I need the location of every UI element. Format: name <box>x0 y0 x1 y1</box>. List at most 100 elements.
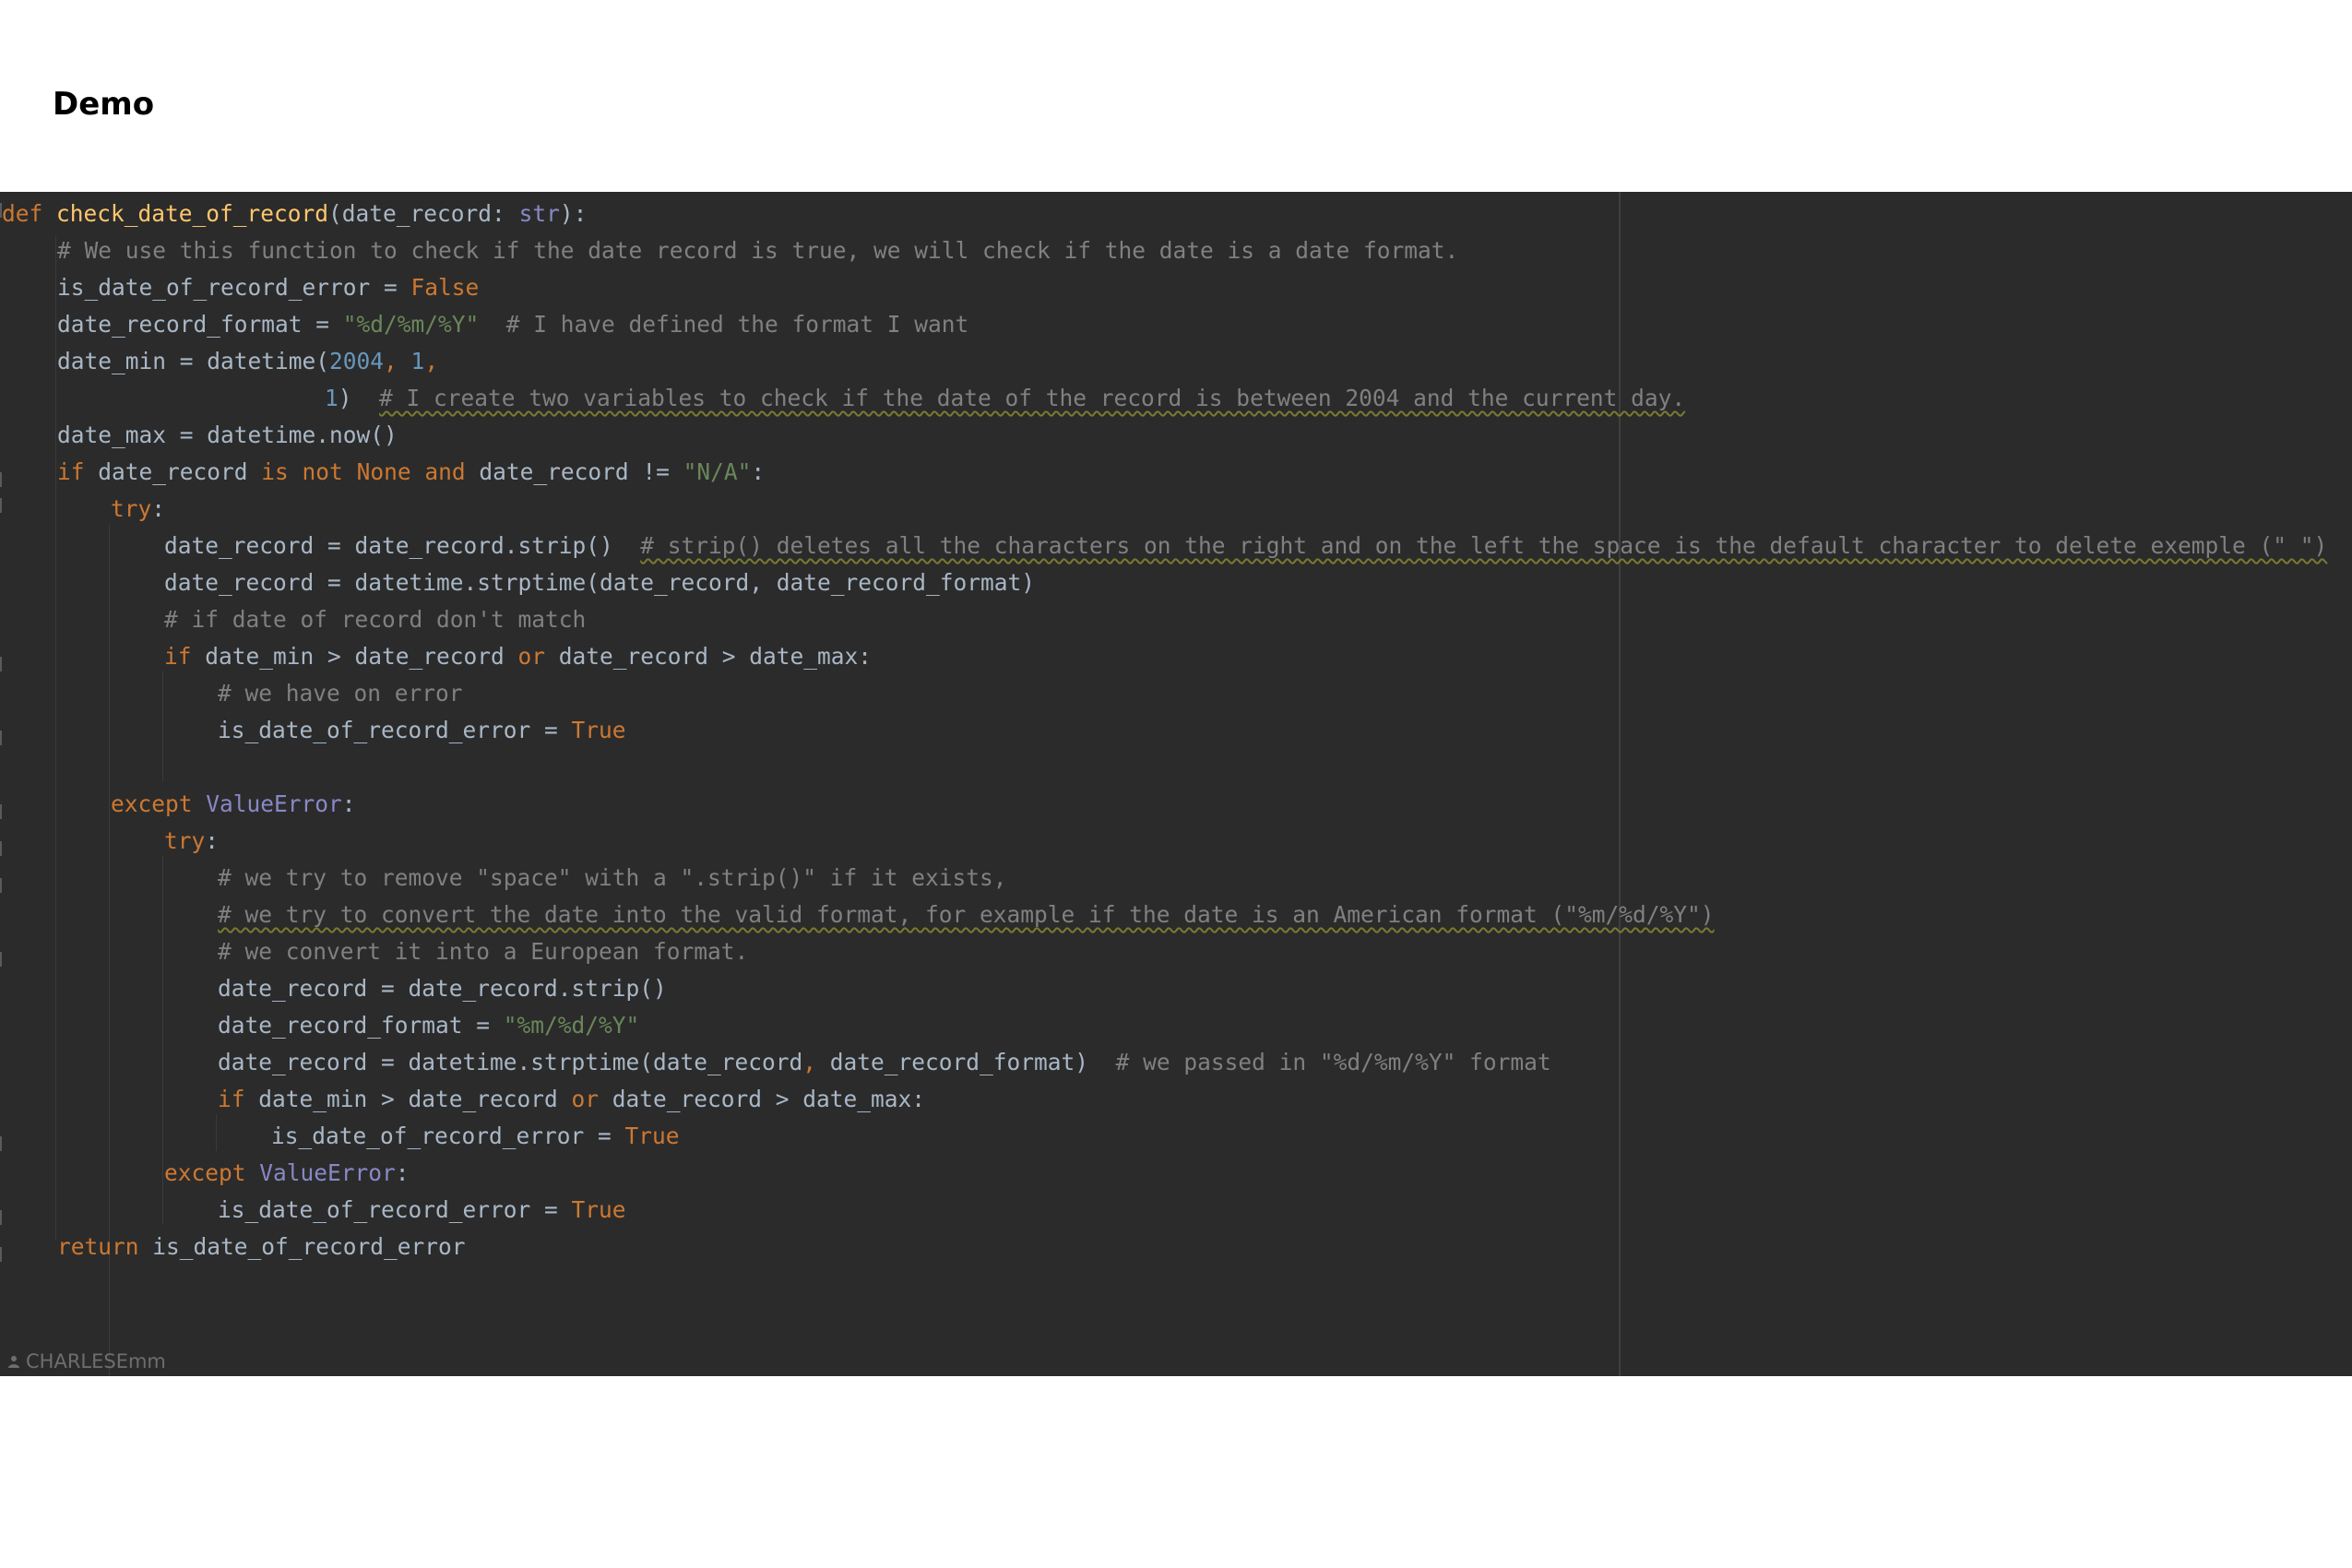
comment: # if date of record don't match <box>164 606 587 633</box>
code-line: date_record = date_record.strip() <box>218 970 667 1007</box>
keyword: return <box>57 1233 139 1260</box>
fold-marker[interactable] <box>0 1136 2 1151</box>
comment: # we passed in "%d/%m/%Y" format <box>1115 1049 1551 1075</box>
code-text: is_date_of_record_error = <box>218 1196 572 1223</box>
code-text: date_record_format = <box>218 1012 504 1039</box>
builtin-type: ValueError <box>206 790 342 817</box>
code-line: # we try to convert the date into the va… <box>218 897 1715 933</box>
keyword: try <box>111 495 152 522</box>
code-text: date_record_format) <box>816 1049 1089 1075</box>
fold-marker[interactable] <box>0 731 2 745</box>
comment: # we convert it into a European format. <box>218 938 749 965</box>
page: Demo def check_date_of_record(date_recor… <box>0 0 2352 1568</box>
code-text: , <box>424 348 439 374</box>
code-line: is_date_of_record_error = True <box>218 712 626 749</box>
string: "N/A" <box>683 458 752 485</box>
code-text: is_date_of_record_error = <box>271 1123 625 1149</box>
code-line: # we have on error <box>218 675 463 712</box>
comment: # strip() deletes all the characters on … <box>640 532 2328 559</box>
indent-guide <box>216 1114 217 1151</box>
fold-marker[interactable] <box>0 878 2 893</box>
code-line: except ValueError: <box>164 1155 410 1192</box>
code-text: date_record = datetime.strptime(date_rec… <box>164 569 1036 596</box>
fold-marker[interactable] <box>0 498 2 513</box>
code-line: date_record_format = "%m/%d/%Y" <box>218 1007 639 1044</box>
string: "%m/%d/%Y" <box>503 1012 640 1039</box>
code-text: date_min > date_record <box>244 1086 572 1112</box>
indent-guide <box>162 1188 163 1225</box>
code-text: : <box>751 458 766 485</box>
code-text: : <box>151 495 166 522</box>
code-line: is_date_of_record_error = False <box>57 269 479 306</box>
code-line: return is_date_of_record_error <box>57 1229 466 1265</box>
constant: True <box>571 1196 626 1223</box>
code-text: (date_record: <box>328 200 519 227</box>
code-line: except ValueError: <box>111 786 356 823</box>
code-text: date_record > date_max: <box>599 1086 926 1112</box>
code-line: date_record_format = "%d/%m/%Y" # I have… <box>57 306 968 343</box>
fold-marker[interactable] <box>0 841 2 856</box>
fold-marker[interactable] <box>0 1210 2 1225</box>
code-text: date_min = datetime( <box>57 348 330 374</box>
keyword: or <box>517 643 546 670</box>
fold-marker[interactable] <box>0 472 2 487</box>
comment: # we try to convert the date into the va… <box>218 901 1715 928</box>
keyword: if <box>57 458 85 485</box>
code-text: : <box>341 790 356 817</box>
keyword: except <box>111 790 193 817</box>
person-icon <box>8 1356 19 1368</box>
keyword: try <box>164 827 206 854</box>
comment: # I have defined the format I want <box>505 311 969 338</box>
code-line: is_date_of_record_error = True <box>218 1192 626 1229</box>
code-line: if date_record is not None and date_reco… <box>57 454 765 491</box>
code-text: date_record_format = <box>57 311 343 338</box>
code-line: # We use this function to check if the d… <box>57 232 1458 269</box>
code-line: # we try to remove "space" with a ".stri… <box>218 860 1007 897</box>
code-text: ): <box>559 200 588 227</box>
keyword: is not <box>261 458 343 485</box>
number: 1 <box>325 385 339 411</box>
code-line: date_record = date_record.strip() # stri… <box>164 528 2327 564</box>
code-line: if date_min > date_record or date_record… <box>164 638 872 675</box>
keyword: and <box>424 458 466 485</box>
code-line: def check_date_of_record(date_record: st… <box>2 196 587 232</box>
comment: # we have on error <box>218 680 463 707</box>
code-text: date_record <box>84 458 262 485</box>
code-text: date_max = datetime.now() <box>57 422 398 448</box>
string: "%d/%m/%Y" <box>342 311 480 338</box>
code-text: date_record > date_max: <box>545 643 873 670</box>
constant: None <box>356 458 411 485</box>
constant: False <box>410 274 480 301</box>
code-line: try: <box>111 491 165 528</box>
comment: # we try to remove "space" with a ".stri… <box>218 864 1007 891</box>
indent-guide <box>162 671 163 782</box>
code-line: date_min = datetime(2004, 1, <box>57 343 438 380</box>
fold-marker[interactable] <box>0 1247 2 1262</box>
code-line: 1) # I create two variables to check if … <box>325 380 1685 417</box>
indent-guide <box>109 819 110 1376</box>
code-text: date_record = datetime.strptime(date_rec… <box>218 1049 803 1075</box>
builtin-type: str <box>518 200 560 227</box>
fold-marker[interactable] <box>0 657 2 671</box>
keyword: if <box>218 1086 245 1112</box>
fold-marker[interactable] <box>0 804 2 819</box>
code-line: date_max = datetime.now() <box>57 417 398 454</box>
number: 1 <box>410 348 425 374</box>
constant: True <box>624 1123 680 1149</box>
code-text: , <box>802 1049 817 1075</box>
code-text: date_record != <box>465 458 683 485</box>
code-text: date_record = date_record.strip() <box>164 532 613 559</box>
keyword: or <box>571 1086 600 1112</box>
fold-marker[interactable] <box>0 952 2 967</box>
code-text: , <box>384 348 411 374</box>
code-text: : <box>205 827 220 854</box>
code-text: : <box>395 1159 410 1186</box>
code-text: date_record = date_record.strip() <box>218 975 667 1002</box>
keyword: def <box>2 200 43 227</box>
number: 2004 <box>329 348 385 374</box>
code-text: is_date_of_record_error <box>138 1233 466 1260</box>
code-text: date_min > date_record <box>191 643 518 670</box>
builtin-type: ValueError <box>259 1159 396 1186</box>
comment: # We use this function to check if the d… <box>57 237 1459 264</box>
code-editor[interactable]: def check_date_of_record(date_record: st… <box>0 192 2352 1376</box>
